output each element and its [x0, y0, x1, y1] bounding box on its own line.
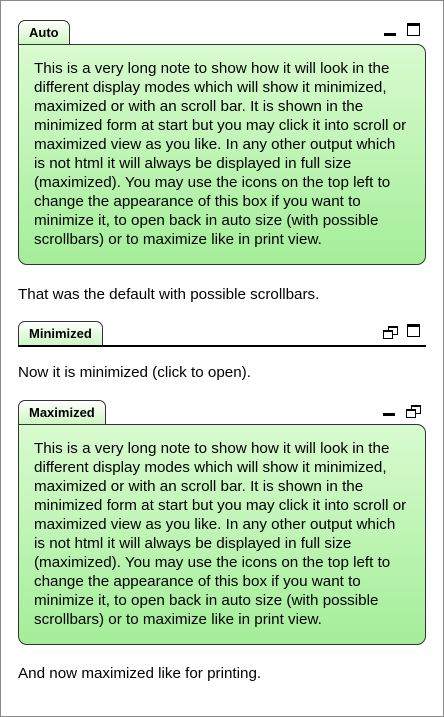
note-title-tab[interactable]: Maximized — [18, 400, 106, 424]
restore-icon[interactable] — [383, 326, 398, 339]
note-auto: Auto This is a very long note to show ho… — [18, 20, 426, 265]
paragraph-after-minimized: Now it is minimized (click to open). — [18, 364, 251, 381]
note-title-tab[interactable]: Auto — [18, 20, 70, 44]
restore-icon[interactable] — [406, 405, 421, 418]
note-maximized: Maximized This is a very long note to sh… — [18, 400, 426, 645]
note-body: This is a very long note to show how it … — [18, 44, 426, 265]
maximize-icon[interactable] — [407, 324, 420, 337]
paragraph-after-auto: That was the default with possible scrol… — [18, 286, 320, 303]
note-controls — [383, 23, 420, 37]
minimize-icon[interactable] — [383, 25, 397, 37]
paragraph-after-maximized: And now maximized like for printing. — [18, 665, 262, 682]
note-body: This is a very long note to show how it … — [18, 424, 426, 645]
note-header: Auto — [18, 20, 426, 45]
minimize-icon[interactable] — [382, 405, 396, 417]
note-controls — [382, 403, 421, 418]
note-controls — [383, 324, 420, 339]
note-title-tab[interactable]: Minimized — [18, 321, 103, 345]
maximize-icon[interactable] — [407, 23, 420, 36]
note-header: Maximized — [18, 400, 426, 425]
note-minimized: Minimized — [18, 321, 426, 347]
note-header: Minimized — [18, 321, 426, 347]
